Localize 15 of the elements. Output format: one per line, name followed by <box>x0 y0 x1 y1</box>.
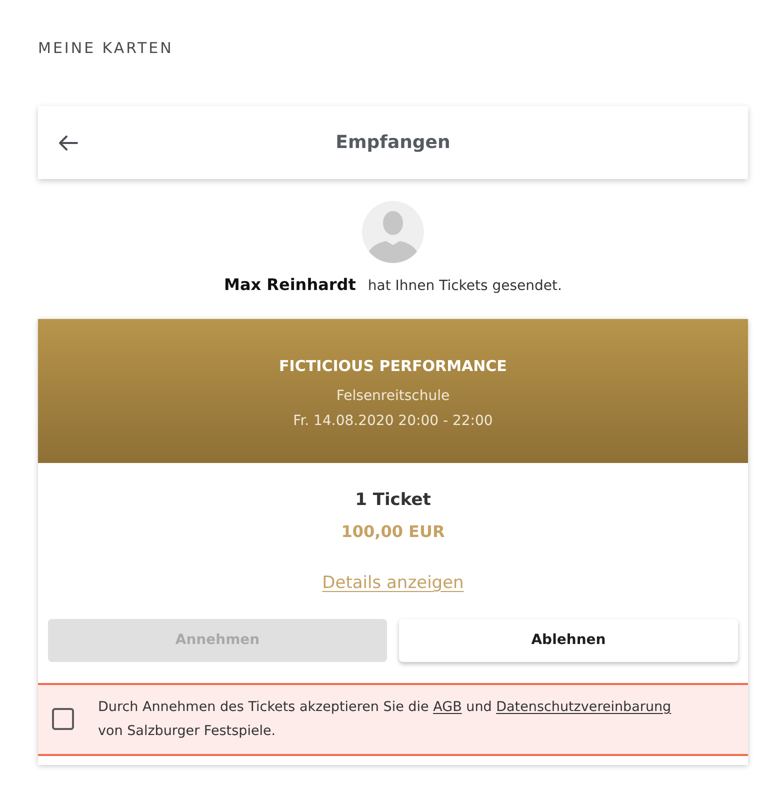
consent-link[interactable]: Datenschutzvereinbarung <box>496 699 672 715</box>
consent-link[interactable]: AGB <box>433 699 462 715</box>
ticket-price: 100,00 EUR <box>341 521 445 543</box>
page-title: MEINE KARTEN <box>38 38 174 58</box>
event-title: FICTICIOUS PERFORMANCE <box>279 356 507 377</box>
event-datetime: Fr. 14.08.2020 20:00 - 22:00 <box>293 412 493 431</box>
consent-checkbox[interactable] <box>52 708 74 730</box>
consent-text: Durch Annehmen des Tickets akzeptieren Sie die AGB und Datenschutzvereinbarung von Salzburger Festspiele. <box>98 698 672 741</box>
ticket-count: 1 Ticket <box>355 489 431 512</box>
decline-button[interactable]: Ablehnen <box>399 619 738 662</box>
avatar-icon <box>362 201 424 263</box>
header-title: Empfangen <box>334 131 452 155</box>
event-venue: Felsenreitschule <box>336 387 450 406</box>
back-arrow-icon <box>58 134 78 150</box>
sender-message: Max Reinhardt hat Ihnen Tickets gesendet. <box>223 275 563 296</box>
